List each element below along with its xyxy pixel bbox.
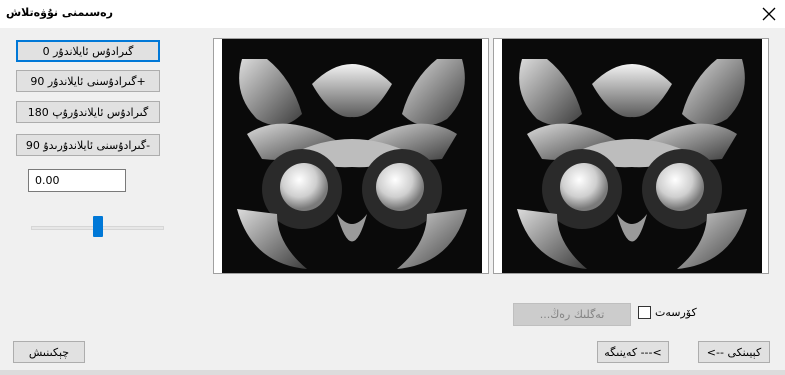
original-image [222,39,482,273]
rotate-minus-90-button[interactable]: گىرادۇسنى ئايلاندۇرىدۇ 90- [16,134,160,156]
next-button[interactable]: <-- كېيىنكى [698,341,770,363]
ornament-image [502,39,762,273]
show-checkbox[interactable] [638,306,651,319]
cancel-button[interactable]: چېكىنىش [13,341,85,363]
window-bottom-edge [0,370,785,375]
window-title: رەسىمنى نۇۋەتلاش [6,6,113,19]
close-button[interactable] [752,0,785,28]
rotated-preview [493,38,769,274]
show-checkbox-label: كۆرسەت [655,306,697,319]
rotate-180-button[interactable]: گىرادۇس ئايلاندۇرۇپ 180 [16,101,160,123]
title-bar: رەسىمنى نۇۋەتلاش [0,0,785,28]
rotate-0-button[interactable]: گىرادۇس ئايلاندۇر 0 [16,40,160,62]
angle-slider-thumb[interactable] [93,216,103,237]
background-color-button[interactable]: ...تەگلىك رەڭ [513,303,631,326]
angle-input[interactable]: 0.00 [28,169,126,192]
rotated-image [502,39,762,273]
previous-button[interactable]: كەينىگە ---< [597,341,669,363]
ornament-image [222,39,482,273]
rotate-plus-90-button[interactable]: گىرادۇسنى ئايلاندۇر 90+ [16,70,160,92]
original-preview [213,38,489,274]
close-icon [762,7,775,21]
